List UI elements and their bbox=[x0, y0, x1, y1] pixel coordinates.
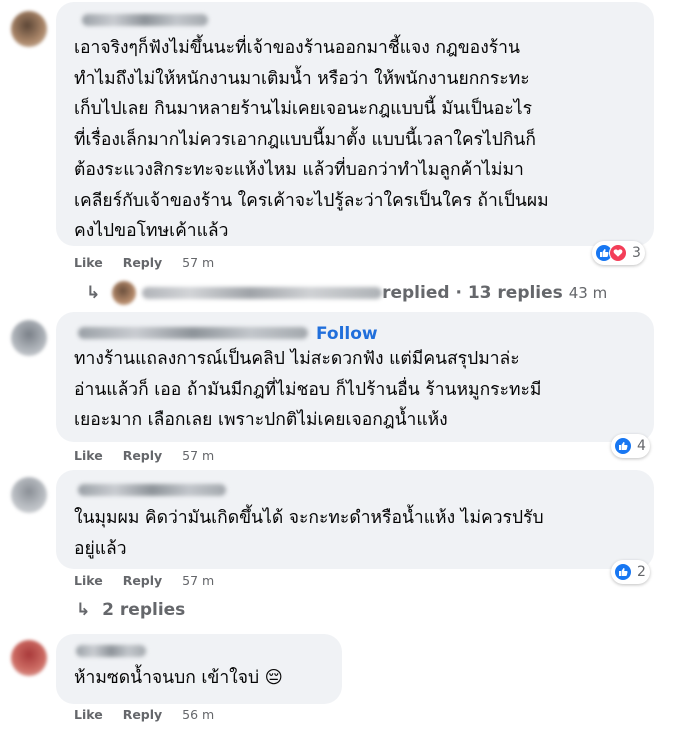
comment-text: ในมุมผม คิดว่ามันเกิดขึ้นได้ จะกะทะดำหรื… bbox=[74, 508, 544, 559]
reply-button[interactable]: Reply bbox=[123, 255, 162, 270]
comment-actions: Like Reply 57 m bbox=[74, 255, 214, 270]
replier-names bbox=[142, 287, 383, 299]
like-button[interactable]: Like bbox=[74, 255, 103, 270]
reply-count: 2 replies bbox=[102, 600, 186, 620]
reply-button[interactable]: Reply bbox=[123, 448, 162, 463]
reply-count: replied · 13 replies bbox=[382, 283, 563, 303]
author-name[interactable] bbox=[82, 14, 208, 26]
like-button[interactable]: Like bbox=[74, 707, 103, 722]
avatar[interactable] bbox=[11, 477, 47, 513]
reaction-summary[interactable]: 4 bbox=[611, 434, 650, 458]
replier-avatar bbox=[112, 281, 137, 305]
comment-actions: Like Reply 56 m bbox=[74, 707, 214, 722]
avatar[interactable] bbox=[11, 11, 47, 47]
comment-bubble: ห้ามซดน้ำจนบก เข้าใจบ่ 😔 bbox=[56, 634, 342, 704]
reaction-count: 3 bbox=[632, 245, 641, 261]
reaction-summary[interactable]: 3 bbox=[592, 241, 645, 265]
comment-bubble: Follow ทางร้านแถลงการณ์เป็นคลิป ไม่สะดวก… bbox=[56, 312, 654, 442]
comment-text: ทางร้านแถลงการณ์เป็นคลิป ไม่สะดวกฟัง แต่… bbox=[74, 349, 542, 430]
reaction-count: 2 bbox=[637, 564, 646, 580]
view-replies-link[interactable]: ↳ replied · 13 replies 43 m bbox=[86, 281, 607, 305]
reply-arrow-icon: ↳ bbox=[76, 600, 91, 620]
reaction-summary[interactable]: 2 bbox=[611, 560, 650, 584]
comment-bubble: ในมุมผม คิดว่ามันเกิดขึ้นได้ จะกะทะดำหรื… bbox=[56, 470, 654, 569]
heart-icon bbox=[609, 244, 627, 262]
timestamp[interactable]: 56 m bbox=[182, 707, 214, 722]
reply-timestamp: 43 m bbox=[568, 284, 608, 302]
comment-text: ห้ามซดน้ำจนบก เข้าใจบ่ 😔 bbox=[74, 668, 283, 688]
avatar[interactable] bbox=[11, 320, 47, 356]
thumbs-up-icon bbox=[614, 563, 632, 581]
follow-button[interactable]: Follow bbox=[316, 324, 378, 344]
thumbs-up-icon bbox=[614, 437, 632, 455]
view-replies-link[interactable]: ↳ 2 replies bbox=[76, 600, 185, 620]
author-name[interactable] bbox=[76, 645, 146, 657]
author-name[interactable] bbox=[78, 327, 308, 339]
reply-button[interactable]: Reply bbox=[123, 707, 162, 722]
reaction-count: 4 bbox=[637, 438, 646, 454]
like-button[interactable]: Like bbox=[74, 448, 103, 463]
comment-text: เอาจริงๆก็ฟังไม่ขึ้นนะที่เจ้าของร้านออกม… bbox=[74, 38, 549, 241]
like-button[interactable]: Like bbox=[74, 573, 103, 588]
reply-arrow-icon: ↳ bbox=[86, 283, 101, 303]
avatar[interactable] bbox=[11, 640, 47, 676]
timestamp[interactable]: 57 m bbox=[182, 255, 214, 270]
timestamp[interactable]: 57 m bbox=[182, 448, 214, 463]
author-name[interactable] bbox=[78, 484, 226, 496]
comment-actions: Like Reply 57 m bbox=[74, 448, 214, 463]
comment-actions: Like Reply 57 m bbox=[74, 573, 214, 588]
comment-bubble: เอาจริงๆก็ฟังไม่ขึ้นนะที่เจ้าของร้านออกม… bbox=[56, 2, 654, 246]
reply-button[interactable]: Reply bbox=[123, 573, 162, 588]
timestamp[interactable]: 57 m bbox=[182, 573, 214, 588]
